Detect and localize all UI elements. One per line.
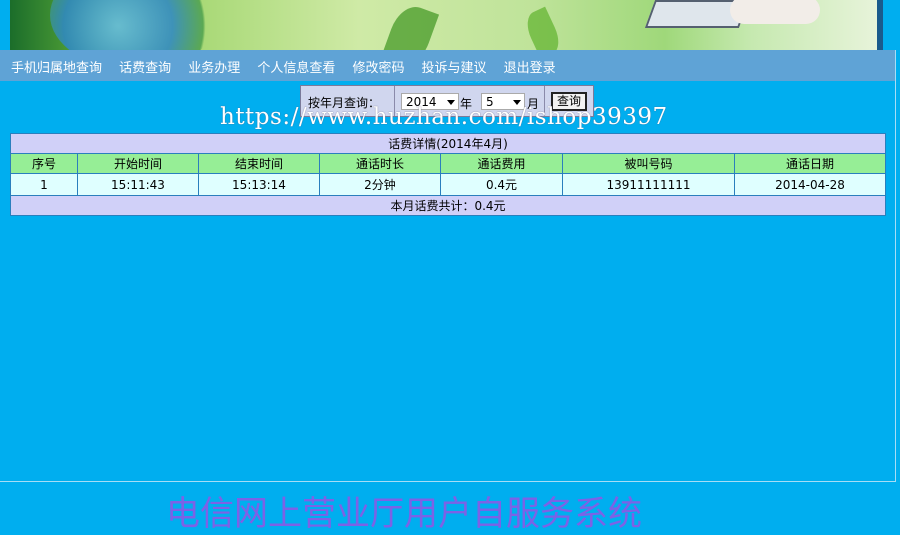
column-header-index: 序号	[10, 153, 78, 174]
nav-item-phone-location[interactable]: 手机归属地查询	[11, 61, 102, 76]
cell-callee: 13911111111	[562, 173, 735, 196]
person-image	[730, 0, 820, 24]
nav-item-profile[interactable]: 个人信息查看	[257, 61, 335, 76]
nav-item-change-password[interactable]: 修改密码	[352, 61, 404, 76]
column-header-callee: 被叫号码	[562, 153, 735, 174]
cell-date: 2014-04-28	[734, 173, 886, 196]
cell-end-time: 15:13:14	[198, 173, 320, 196]
content-border	[895, 50, 896, 482]
leaf-image	[521, 6, 565, 50]
banner-edge	[877, 0, 883, 50]
globe-image	[50, 0, 220, 50]
column-header-fee: 通话费用	[440, 153, 563, 174]
table-total: 本月话费共计：0.4元	[10, 195, 886, 216]
nav-bar: 手机归属地查询 话费查询 业务办理 个人信息查看 修改密码 投诉与建议 退出登录	[0, 50, 895, 81]
leaf-image	[380, 0, 440, 50]
nav-item-business[interactable]: 业务办理	[188, 61, 240, 76]
column-header-duration: 通话时长	[319, 153, 441, 174]
cell-start-time: 15:11:43	[77, 173, 199, 196]
cell-fee: 0.4元	[440, 173, 563, 196]
nav-item-bill-query[interactable]: 话费查询	[119, 61, 171, 76]
bill-detail-table: 话费详情(2014年4月) 序号 开始时间 结束时间 通话时长 通话费用 被叫号…	[10, 133, 886, 216]
watermark-text: https://www.huzhan.com/ishop39397	[220, 104, 668, 130]
cell-duration: 2分钟	[319, 173, 441, 196]
nav-item-logout[interactable]: 退出登录	[504, 61, 556, 76]
footer-system-title: 电信网上营业厅用户自服务系统	[166, 494, 642, 534]
content-border	[0, 481, 895, 482]
column-header-end-time: 结束时间	[198, 153, 320, 174]
header-banner	[10, 0, 883, 50]
nav-item-complaint[interactable]: 投诉与建议	[422, 61, 487, 76]
table-title: 话费详情(2014年4月)	[10, 133, 886, 154]
column-header-date: 通话日期	[734, 153, 886, 174]
cell-index: 1	[10, 173, 78, 196]
column-header-start-time: 开始时间	[77, 153, 199, 174]
table-row: 1 15:11:43 15:13:14 2分钟 0.4元 13911111111…	[10, 173, 886, 196]
